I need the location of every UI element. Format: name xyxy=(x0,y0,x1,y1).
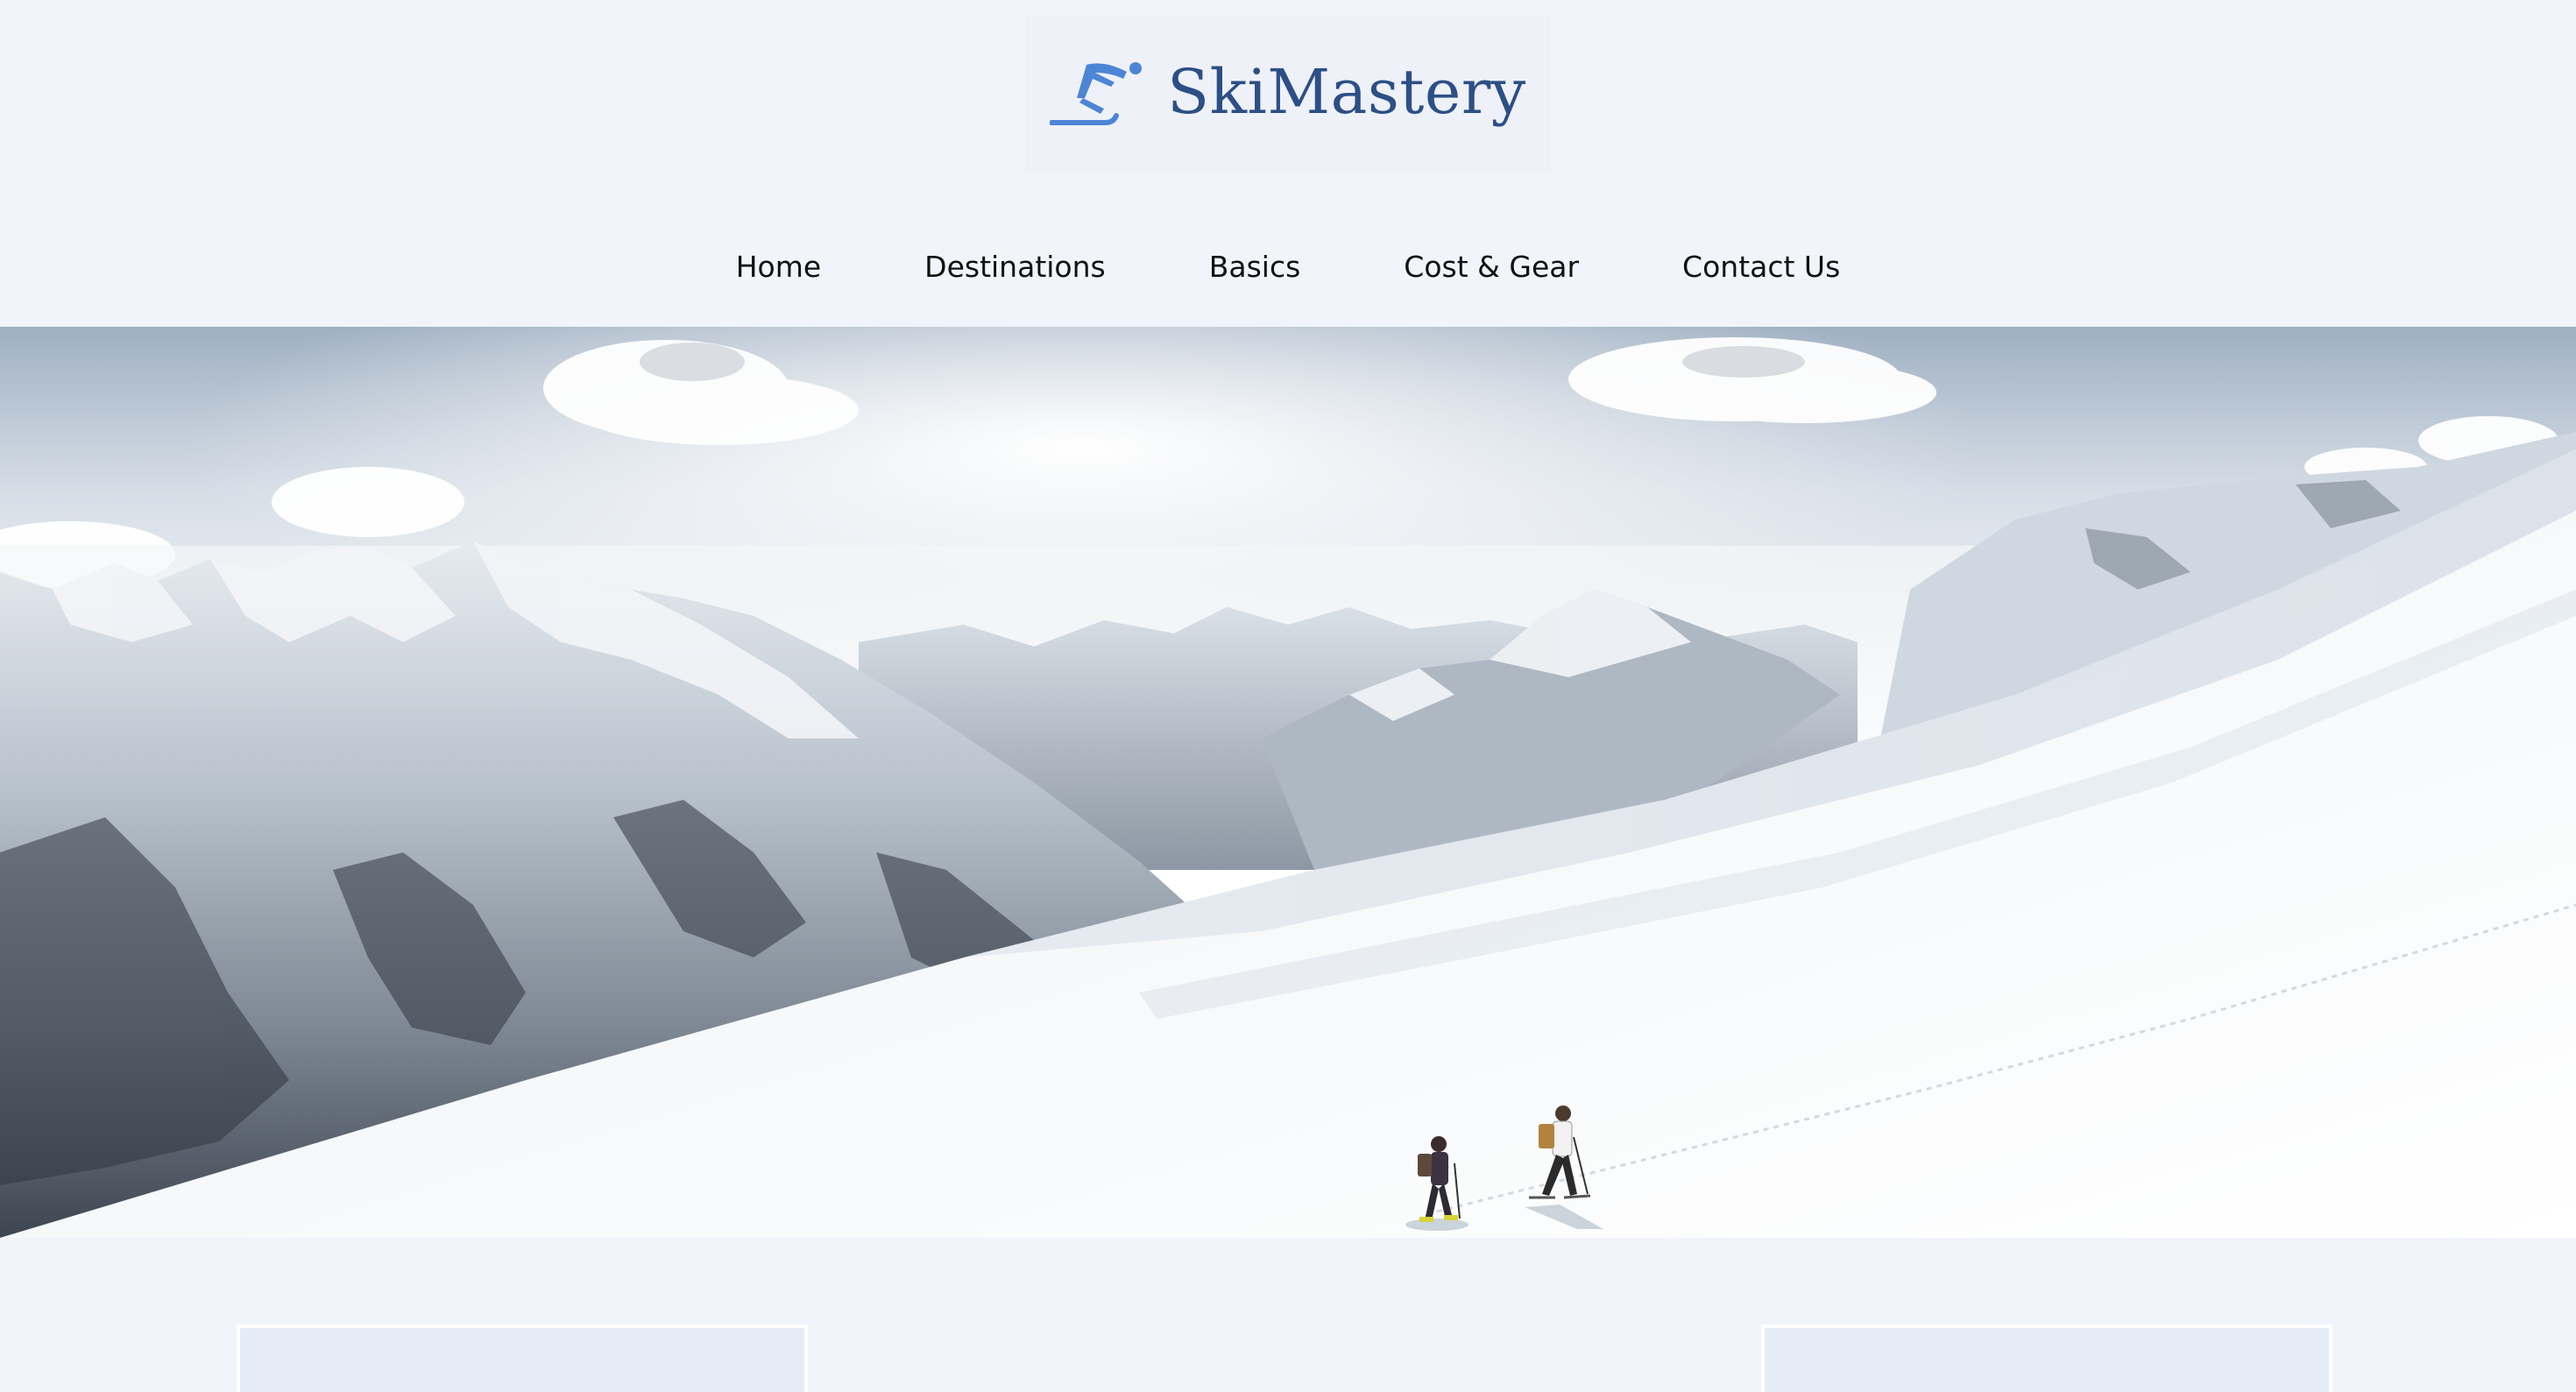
nav-item-destinations[interactable]: Destinations xyxy=(873,250,1157,284)
mountain-landscape-image xyxy=(0,327,2576,1238)
site-logo[interactable]: SkiMastery xyxy=(1025,16,1551,172)
feature-card-left xyxy=(237,1325,808,1392)
nav-item-cost-gear[interactable]: Cost & Gear xyxy=(1352,250,1631,284)
nav-item-home[interactable]: Home xyxy=(684,250,873,284)
ski-jumper-icon xyxy=(1050,62,1143,125)
feature-card-right xyxy=(1761,1325,2332,1392)
page: SkiMastery Home Destinations Basics Cost… xyxy=(0,0,2576,1392)
main-nav: Home Destinations Basics Cost & Gear Con… xyxy=(0,250,2576,284)
nav-item-contact-us[interactable]: Contact Us xyxy=(1631,250,1892,284)
nav-item-basics[interactable]: Basics xyxy=(1157,250,1353,284)
hero-image xyxy=(0,327,2576,1238)
brand-name: SkiMastery xyxy=(1167,56,1526,128)
